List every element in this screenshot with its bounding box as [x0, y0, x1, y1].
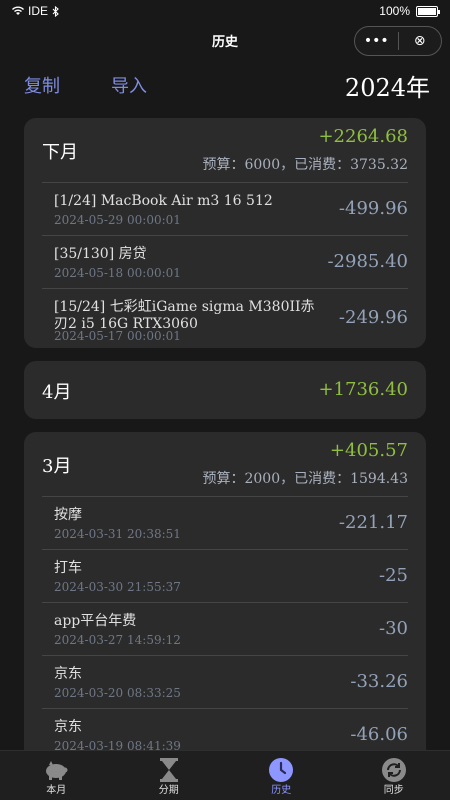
month-budget: 预算：6000，已消费：3735.32 — [202, 157, 408, 173]
expense-amount: -2985.40 — [327, 251, 408, 272]
expense-date: 2024-05-17 00:00:01 — [54, 329, 181, 343]
expense-date: 2024-03-30 21:55:37 — [54, 580, 181, 594]
month-card-header: 3月 +405.57 预算：2000，已消费：1594.43 — [24, 432, 426, 496]
expense-item[interactable]: [35/130] 房贷 2024-05-18 00:00:01 -2985.40 — [42, 235, 408, 288]
year-selector[interactable]: 2024年 — [345, 68, 430, 103]
tab-installments[interactable]: 分期 — [113, 751, 226, 800]
month-card[interactable]: 4月 +1736.40 — [24, 361, 426, 419]
nav-bar: 历史 ••• ⊗ — [0, 22, 450, 58]
copy-button[interactable]: 复制 — [24, 72, 60, 98]
expense-item[interactable]: [1/24] MacBook Air m3 16 512 2024-05-29 … — [42, 182, 408, 235]
tab-sync[interactable]: 同步 — [338, 751, 450, 800]
expense-name: 按摩 — [54, 507, 82, 523]
expense-item[interactable]: 打车 2024-03-30 21:55:37 -25 — [42, 549, 408, 602]
month-label: 3月 — [42, 456, 72, 477]
expense-date: 2024-03-31 20:38:51 — [54, 527, 181, 541]
expense-name: [35/130] 房贷 — [54, 246, 147, 262]
expense-date: 2024-05-18 00:00:01 — [54, 266, 181, 280]
expense-date: 2024-05-29 00:00:01 — [54, 213, 181, 227]
expense-name: 京东 — [54, 666, 82, 682]
expense-item[interactable]: 按摩 2024-03-31 20:38:51 -221.17 — [42, 496, 408, 549]
bluetooth-icon — [52, 5, 59, 17]
wifi-icon — [12, 6, 24, 15]
expense-name: 京东 — [54, 719, 82, 735]
expense-date: 2024-03-27 14:59:12 — [54, 633, 181, 647]
month-budget: 预算：2000，已消费：1594.43 — [202, 471, 408, 487]
import-button[interactable]: 导入 — [111, 72, 147, 98]
expense-item[interactable]: app平台年费 2024-03-27 14:59:12 -30 — [42, 602, 408, 655]
expense-item[interactable]: 京东 2024-03-20 08:33:25 -33.26 — [42, 655, 408, 708]
month-card-header: 下月 +2264.68 预算：6000，已消费：3735.32 — [24, 118, 426, 182]
piggy-bank-icon — [46, 761, 68, 780]
battery-icon — [416, 5, 440, 17]
expense-name: [1/24] MacBook Air m3 16 512 — [54, 193, 273, 209]
expense-name: [15/24] 七彩虹iGame sigma M380II赤刃2 i5 16G … — [54, 299, 315, 332]
more-options-icon[interactable]: ••• — [355, 33, 398, 49]
expense-amount: -30 — [379, 618, 408, 639]
tab-bar: 本月 分期 历史 同步 — [0, 750, 450, 800]
expense-item[interactable]: 京东 2024-03-19 08:41:39 -46.06 — [42, 708, 408, 750]
toolbar: 复制 导入 2024年 — [0, 60, 450, 108]
month-label: 下月 — [42, 142, 78, 163]
tab-history[interactable]: 历史 — [225, 751, 338, 800]
expense-amount: -46.06 — [350, 724, 408, 745]
tab-label: 分期 — [158, 785, 179, 796]
tab-this-month[interactable]: 本月 — [0, 751, 113, 800]
expense-name: 打车 — [54, 560, 82, 576]
tab-label: 同步 — [383, 785, 404, 796]
expense-date: 2024-03-19 08:41:39 — [54, 739, 181, 750]
expense-amount: -25 — [379, 565, 408, 586]
expense-amount: -221.17 — [338, 512, 408, 533]
hourglass-icon — [159, 758, 178, 782]
close-icon[interactable]: ⊗ — [399, 33, 442, 49]
month-label: 4月 — [42, 382, 72, 403]
month-balance: +405.57 — [329, 440, 408, 461]
expense-item[interactable]: [15/24] 七彩虹iGame sigma M380II赤刃2 i5 16G … — [42, 288, 408, 344]
tab-label: 历史 — [271, 785, 292, 796]
expense-list: 按摩 2024-03-31 20:38:51 -221.17 打车 2024-0… — [42, 496, 408, 750]
month-card[interactable]: 3月 +405.57 预算：2000，已消费：1594.43 按摩 2024-0… — [24, 432, 426, 750]
battery-percent: 100% — [379, 4, 410, 18]
month-card-header: 4月 +1736.40 — [24, 361, 426, 419]
mini-program-capsule: ••• ⊗ — [354, 26, 442, 56]
expense-name: app平台年费 — [54, 613, 137, 629]
month-card[interactable]: 下月 +2264.68 预算：6000，已消费：3735.32 [1/24] M… — [24, 118, 426, 348]
carrier-label: IDE — [28, 4, 49, 18]
expense-amount: -499.96 — [338, 198, 408, 219]
sync-icon — [381, 758, 406, 782]
history-list[interactable]: 下月 +2264.68 预算：6000，已消费：3735.32 [1/24] M… — [24, 118, 426, 750]
status-left: IDE — [12, 4, 59, 18]
status-right: 100% — [379, 4, 440, 18]
month-balance: +1736.40 — [318, 379, 408, 400]
expense-list: [1/24] MacBook Air m3 16 512 2024-05-29 … — [42, 182, 408, 344]
clock-icon — [269, 758, 294, 782]
expense-amount: -33.26 — [350, 671, 408, 692]
month-balance: +2264.68 — [318, 126, 408, 147]
expense-amount: -249.96 — [338, 307, 408, 328]
status-bar: IDE 100% — [0, 0, 450, 22]
expense-date: 2024-03-20 08:33:25 — [54, 686, 181, 700]
tab-label: 本月 — [46, 785, 67, 796]
